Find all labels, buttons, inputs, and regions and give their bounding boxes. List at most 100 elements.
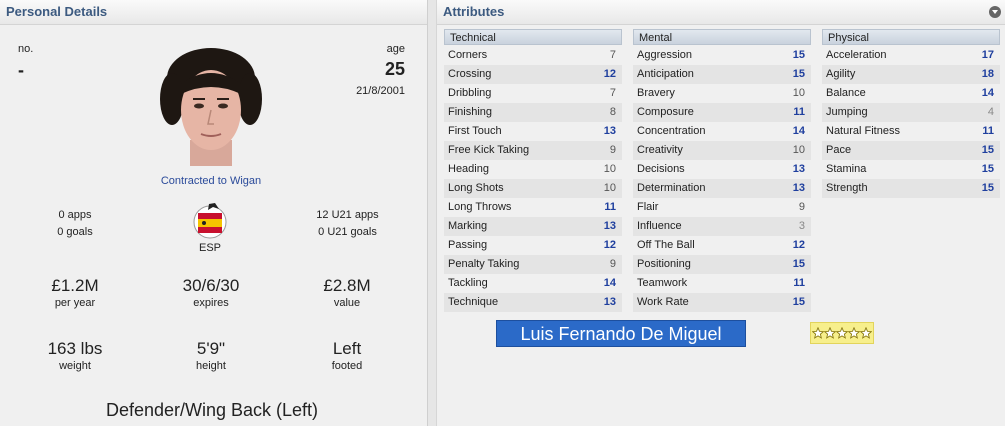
attribute-name: Heading	[448, 163, 489, 175]
attribute-row[interactable]: Corners 7	[444, 46, 622, 65]
attribute-name: Work Rate	[637, 296, 689, 308]
attribute-row[interactable]: Marking 13	[444, 217, 622, 236]
attribute-value: 3	[798, 220, 805, 232]
attribute-row[interactable]: Determination 13	[633, 179, 811, 198]
personal-details-panel: Personal Details no. - age 25 21/8/2001 …	[0, 0, 428, 426]
attribute-value: 4	[987, 106, 994, 118]
attribute-value: 11	[604, 201, 616, 213]
attribute-row[interactable]: Dribbling 7	[444, 84, 622, 103]
attribute-row[interactable]: Acceleration 17	[822, 46, 1000, 65]
attribute-value: 15	[981, 182, 994, 194]
attribute-name: Free Kick Taking	[448, 144, 530, 156]
goals-count: 0 goals	[57, 226, 93, 238]
attribute-name: Corners	[448, 49, 488, 61]
physical-header[interactable]: Physical	[822, 29, 1000, 45]
attribute-name: Aggression	[637, 49, 693, 61]
u21-apps-count: 12 U21 apps	[316, 209, 379, 221]
attribute-name: Creativity	[637, 144, 683, 156]
mental-header[interactable]: Mental	[633, 29, 811, 45]
attribute-row[interactable]: Anticipation 15	[633, 65, 811, 84]
transfer-value: £2.8M	[323, 276, 371, 295]
player-face-image	[160, 48, 262, 166]
attribute-value: 11	[982, 125, 994, 137]
attribute-row[interactable]: Penalty Taking 9	[444, 255, 622, 274]
attribute-value: 15	[792, 49, 805, 61]
attribute-value: 10	[603, 182, 616, 194]
squad-number-label: no.	[18, 43, 34, 55]
personal-details-header: Personal Details	[0, 0, 427, 25]
attribute-row[interactable]: Bravery 10	[633, 84, 811, 103]
attribute-row[interactable]: Pace 15	[822, 141, 1000, 160]
weight-label: weight	[59, 360, 91, 372]
attribute-value: 13	[792, 182, 805, 194]
wage-label: per year	[54, 297, 96, 309]
attribute-value: 15	[981, 144, 994, 156]
attribute-row[interactable]: Natural Fitness 11	[822, 122, 1000, 141]
nation-crest-icon[interactable]	[189, 199, 231, 241]
technical-header[interactable]: Technical	[444, 29, 622, 45]
attribute-name: Flair	[637, 201, 659, 213]
attribute-name: Crossing	[448, 68, 492, 80]
contract-status-link[interactable]: Contracted to Wigan	[130, 175, 292, 187]
age-value: 25	[384, 59, 405, 79]
panel-menu-chevron-icon[interactable]	[989, 6, 1001, 18]
date-of-birth: 21/8/2001	[356, 85, 405, 97]
player-position: Defender/Wing Back (Left)	[105, 400, 319, 420]
u21-goals-count: 0 U21 goals	[318, 226, 377, 238]
attribute-name: Teamwork	[637, 277, 688, 289]
attribute-name: Natural Fitness	[826, 125, 900, 137]
attribute-row[interactable]: Passing 12	[444, 236, 622, 255]
attribute-value: 7	[609, 49, 616, 61]
attribute-value: 13	[603, 296, 616, 308]
attribute-row[interactable]: Stamina 15	[822, 160, 1000, 179]
attribute-value: 14	[792, 125, 805, 137]
attribute-value: 13	[603, 125, 616, 137]
attribute-name: Stamina	[826, 163, 867, 175]
attribute-name: Positioning	[637, 258, 691, 270]
attribute-row[interactable]: Tackling 14	[444, 274, 622, 293]
attribute-value: 18	[981, 68, 994, 80]
preferred-foot-label: footed	[331, 360, 363, 372]
attribute-name: Acceleration	[826, 49, 887, 61]
attribute-name: Jumping	[826, 106, 868, 118]
attribute-row[interactable]: Long Shots 10	[444, 179, 622, 198]
attribute-row[interactable]: Balance 14	[822, 84, 1000, 103]
attribute-value: 14	[603, 277, 616, 289]
attribute-row[interactable]: Finishing 8	[444, 103, 622, 122]
attribute-row[interactable]: Positioning 15	[633, 255, 811, 274]
attributes-panel: Attributes Technical Corners 7 Crossing 12 Dr…	[436, 0, 1005, 426]
attribute-name: Long Shots	[448, 182, 504, 194]
attribute-value: 17	[981, 49, 994, 61]
attribute-row[interactable]: Aggression 15	[633, 46, 811, 65]
preferred-foot-value: Left	[332, 339, 362, 358]
attribute-value: 12	[792, 239, 805, 251]
attribute-row[interactable]: Free Kick Taking 9	[444, 141, 622, 160]
attribute-row[interactable]: Teamwork 11	[633, 274, 811, 293]
attribute-row[interactable]: Concentration 14	[633, 122, 811, 141]
star-icon	[812, 327, 824, 339]
attribute-value: 12	[603, 68, 616, 80]
attribute-value: 8	[609, 106, 616, 118]
attribute-name: Off The Ball	[637, 239, 695, 251]
attribute-value: 9	[609, 258, 616, 270]
attribute-row[interactable]: Composure 11	[633, 103, 811, 122]
attribute-name: Bravery	[637, 87, 675, 99]
attribute-row[interactable]: First Touch 13	[444, 122, 622, 141]
attribute-value: 11	[793, 277, 805, 289]
attribute-row[interactable]: Strength 15	[822, 179, 1000, 198]
attribute-row[interactable]: Long Throws 11	[444, 198, 622, 217]
attribute-value: 11	[793, 106, 805, 118]
wage-value: £1.2M	[51, 276, 99, 295]
attribute-row[interactable]: Heading 10	[444, 160, 622, 179]
attribute-row[interactable]: Crossing 12	[444, 65, 622, 84]
attribute-row[interactable]: Flair 9	[633, 198, 811, 217]
attribute-row[interactable]: Influence 3	[633, 217, 811, 236]
height-label: height	[196, 360, 226, 372]
attribute-row[interactable]: Jumping 4	[822, 103, 1000, 122]
attribute-row[interactable]: Technique 13	[444, 293, 622, 312]
attribute-row[interactable]: Creativity 10	[633, 141, 811, 160]
attribute-row[interactable]: Off The Ball 12	[633, 236, 811, 255]
attribute-row[interactable]: Decisions 13	[633, 160, 811, 179]
attribute-row[interactable]: Work Rate 15	[633, 293, 811, 312]
attribute-row[interactable]: Agility 18	[822, 65, 1000, 84]
